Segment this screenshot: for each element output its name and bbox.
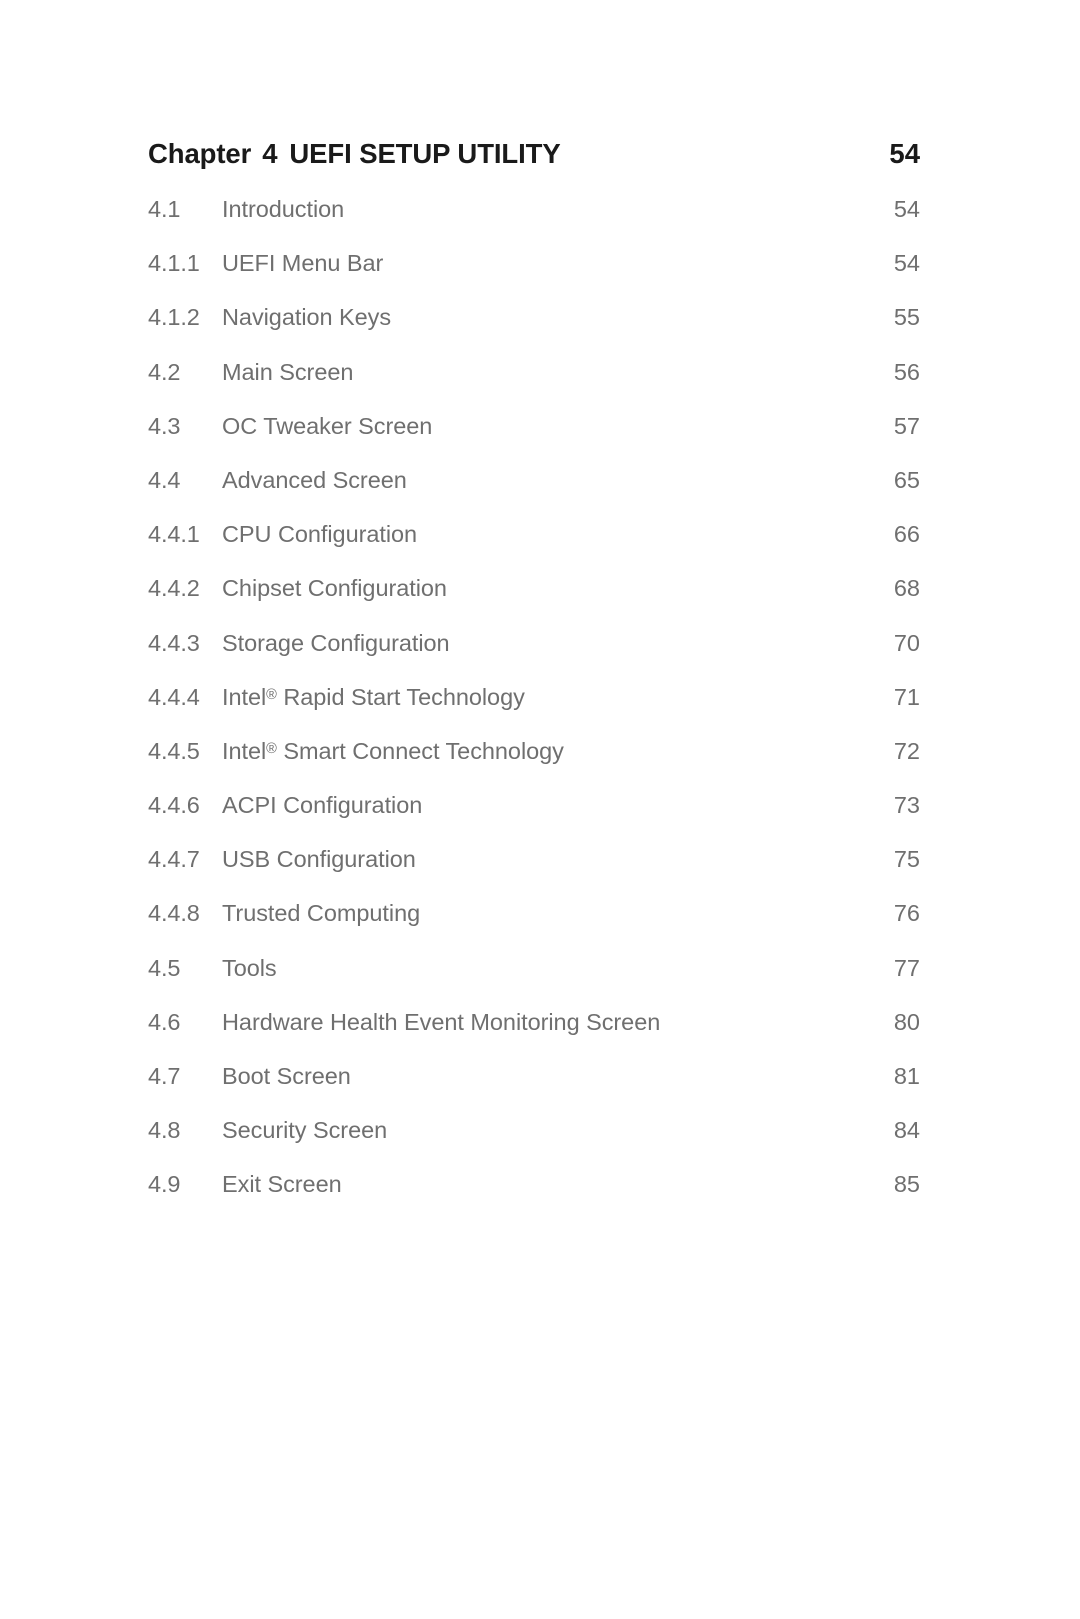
toc-entry-page-number: 57 bbox=[893, 412, 920, 439]
toc-entry-number: 4.4.6 bbox=[148, 792, 200, 819]
toc-entry-number: 4.6 bbox=[148, 1008, 181, 1035]
toc-entry-page-number: 54 bbox=[893, 196, 920, 222]
toc-entry-title: Storage Configuration bbox=[222, 629, 450, 656]
toc-entry-number: 4.5 bbox=[148, 954, 181, 981]
table-of-contents: Chapter 4 UEFI SETUP UTILITY 54 4.1 Introdu… bbox=[148, 138, 920, 1226]
toc-entry-page-number: 65 bbox=[893, 466, 920, 493]
toc-entry-page-number: 84 bbox=[893, 1117, 920, 1144]
toc-entry-row[interactable]: 4.8 Security Screen 84 bbox=[148, 1117, 920, 1171]
toc-entry-title: Security Screen bbox=[222, 1117, 388, 1144]
toc-entry-number: 4.9 bbox=[148, 1171, 181, 1198]
toc-entry-title: Introduction bbox=[222, 196, 345, 222]
toc-entry-row[interactable]: 4.2 Main Screen 56 bbox=[148, 359, 920, 413]
toc-entry-title: Trusted Computing bbox=[222, 900, 421, 927]
toc-entry-number: 4.4.8 bbox=[148, 900, 200, 927]
toc-entry-title: Exit Screen bbox=[222, 1171, 342, 1198]
toc-entry-row[interactable]: 4.4.7 USB Configuration 75 bbox=[148, 846, 920, 900]
toc-entry-row[interactable]: 4.4.8 Trusted Computing 76 bbox=[148, 900, 920, 954]
toc-entry-page-number: 70 bbox=[893, 629, 920, 656]
toc-entry-row[interactable]: 4.9 Exit Screen 85 bbox=[148, 1171, 920, 1225]
toc-entry-page-number: 55 bbox=[893, 304, 920, 331]
toc-entry-title: Hardware Health Event Monitoring Screen bbox=[222, 1008, 661, 1035]
toc-entry-number: 4.4.5 bbox=[148, 737, 200, 764]
toc-entry-title: Advanced Screen bbox=[222, 466, 407, 493]
toc-entry-title: OC Tweaker Screen bbox=[222, 412, 433, 439]
chapter-page-number: 54 bbox=[889, 138, 920, 169]
toc-entry-row[interactable]: 4.4.6 ACPI Configuration 73 bbox=[148, 792, 920, 846]
toc-entry-page-number: 85 bbox=[893, 1171, 920, 1198]
toc-entry-title: Main Screen bbox=[222, 358, 354, 385]
toc-entry-page-number: 68 bbox=[893, 575, 920, 602]
toc-entry-row[interactable]: 4.6 Hardware Health Event Monitoring Scre… bbox=[148, 1009, 920, 1063]
toc-entry-row[interactable]: 4.4 Advanced Screen 65 bbox=[148, 467, 920, 521]
toc-entry-row[interactable]: 4.1.1 UEFI Menu Bar 54 bbox=[148, 250, 920, 304]
toc-entry-row[interactable]: 4.4.5 Intel® Smart Connect Technology 72 bbox=[148, 738, 920, 792]
chapter-heading-title: Chapter 4 UEFI SETUP UTILITY bbox=[148, 138, 860, 170]
toc-entry-row[interactable]: 4.7 Boot Screen 81 bbox=[148, 1063, 920, 1117]
toc-entry-number: 4.7 bbox=[148, 1063, 181, 1089]
toc-entry-page-number: 66 bbox=[893, 521, 920, 548]
toc-entry-page-number: 72 bbox=[893, 737, 920, 764]
toc-entry-page-number: 71 bbox=[893, 683, 920, 710]
chapter-number: 4 bbox=[262, 138, 278, 169]
toc-entry-title: Navigation Keys bbox=[222, 304, 392, 331]
toc-entry-title: UEFI Menu Bar bbox=[222, 250, 384, 277]
toc-entry-page-number: 80 bbox=[893, 1008, 920, 1035]
toc-entry-title: Intel® Rapid Start Technology bbox=[222, 683, 525, 710]
toc-entry-number: 4.1 bbox=[148, 196, 181, 222]
toc-entry-title: CPU Configuration bbox=[222, 521, 418, 548]
toc-entry-number: 4.2 bbox=[148, 358, 181, 385]
toc-entry-title: Intel® Smart Connect Technology bbox=[222, 737, 564, 764]
toc-entry-title: Boot Screen bbox=[222, 1063, 351, 1089]
chapter-heading-row[interactable]: Chapter 4 UEFI SETUP UTILITY 54 bbox=[148, 138, 920, 196]
toc-entry-row[interactable]: 4.4.3 Storage Configuration 70 bbox=[148, 630, 920, 684]
toc-entry-row[interactable]: 4.1.2 Navigation Keys 55 bbox=[148, 304, 920, 358]
toc-entry-number: 4.1.1 bbox=[148, 250, 200, 277]
toc-entry-number: 4.4.4 bbox=[148, 683, 200, 710]
chapter-label: Chapter bbox=[148, 138, 252, 169]
toc-entry-page-number: 73 bbox=[893, 792, 920, 819]
toc-entry-number: 4.8 bbox=[148, 1117, 181, 1144]
toc-entry-page-number: 81 bbox=[893, 1063, 920, 1089]
toc-entry-row[interactable]: 4.1 Introduction 54 bbox=[148, 196, 920, 250]
toc-entry-row[interactable]: 4.4.2 Chipset Configuration 68 bbox=[148, 575, 920, 629]
toc-entry-title: ACPI Configuration bbox=[222, 792, 423, 819]
toc-entry-row[interactable]: 4.4.1 CPU Configuration 66 bbox=[148, 521, 920, 575]
toc-entry-number: 4.4 bbox=[148, 466, 181, 493]
toc-entry-row[interactable]: 4.4.4 Intel® Rapid Start Technology 71 bbox=[148, 684, 920, 738]
toc-entry-title: Chipset Configuration bbox=[222, 575, 447, 602]
toc-entry-page-number: 75 bbox=[893, 846, 920, 873]
toc-entry-page-number: 76 bbox=[893, 900, 920, 927]
toc-entry-row[interactable]: 4.3 OC Tweaker Screen 57 bbox=[148, 413, 920, 467]
chapter-title-text: UEFI SETUP UTILITY bbox=[289, 138, 561, 169]
toc-entry-page-number: 56 bbox=[893, 358, 920, 385]
toc-entry-number: 4.4.7 bbox=[148, 846, 200, 873]
toc-entry-row[interactable]: 4.5 Tools 77 bbox=[148, 955, 920, 1009]
toc-entry-title: USB Configuration bbox=[222, 846, 416, 873]
document-page: Chapter 4 UEFI SETUP UTILITY 54 4.1 Introdu… bbox=[0, 0, 1080, 1619]
toc-entry-page-number: 54 bbox=[893, 250, 920, 277]
toc-entry-list: 4.1 Introduction 54 4.1.1 UEFI Menu Bar 54 4.1… bbox=[148, 196, 920, 1226]
toc-entry-page-number: 77 bbox=[893, 954, 920, 981]
toc-entry-title: Tools bbox=[222, 954, 277, 981]
toc-entry-number: 4.4.2 bbox=[148, 575, 200, 602]
toc-entry-number: 4.3 bbox=[148, 412, 181, 439]
toc-entry-number: 4.4.1 bbox=[148, 521, 200, 548]
toc-entry-number: 4.4.3 bbox=[148, 629, 200, 656]
toc-entry-number: 4.1.2 bbox=[148, 304, 200, 331]
